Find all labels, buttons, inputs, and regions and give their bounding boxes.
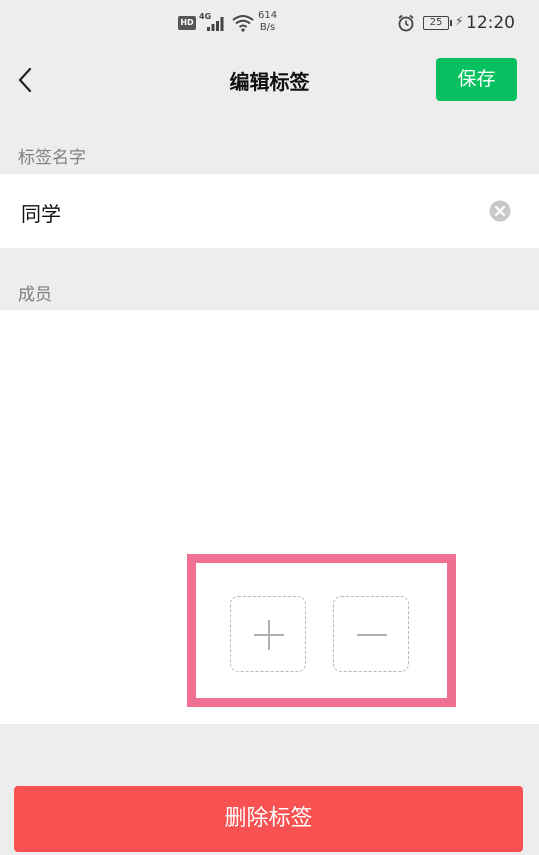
tag-name-field[interactable]: 同学	[0, 174, 539, 248]
delete-tag-button[interactable]: 删除标签	[14, 786, 523, 852]
network-speed: 614 B/s	[258, 10, 277, 34]
tag-name-label: 标签名字	[18, 148, 86, 168]
remove-member-button[interactable]	[333, 596, 409, 672]
status-bar: HD 4G 614 B/s 25 ⚡ 12:20	[0, 0, 539, 48]
members-label: 成员	[18, 285, 52, 305]
tag-name-value[interactable]: 同学	[21, 198, 61, 227]
alarm-icon	[398, 14, 414, 32]
save-button[interactable]: 保存	[436, 58, 517, 101]
network-speed-unit: B/s	[259, 22, 276, 33]
battery-cap	[450, 20, 452, 26]
hd-badge: HD	[178, 16, 196, 30]
charging-icon: ⚡	[455, 14, 464, 28]
minus-icon	[357, 634, 387, 636]
plus-icon	[254, 620, 284, 650]
clear-circle-icon[interactable]	[489, 200, 511, 222]
wifi-icon	[232, 15, 254, 32]
battery-icon: 25	[423, 16, 449, 30]
highlight-box	[187, 554, 456, 707]
add-member-button[interactable]	[230, 596, 306, 672]
signal-icon	[207, 17, 224, 31]
clock: 12:20	[466, 13, 515, 33]
network-speed-value: 614	[258, 10, 278, 21]
